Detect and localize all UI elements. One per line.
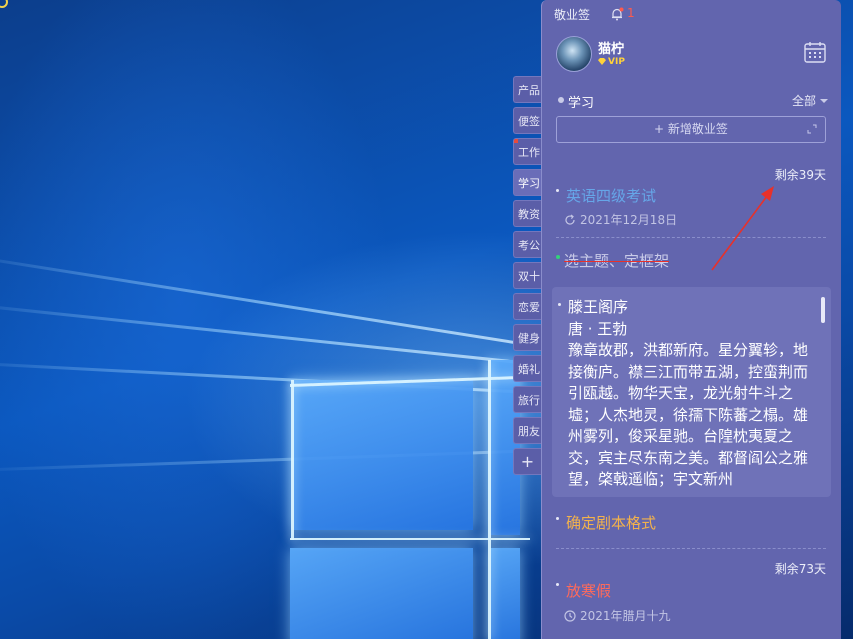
add-note-button[interactable]: + 新增敬业签 — [556, 116, 826, 143]
note-date: 2021年12月18日 — [564, 211, 677, 228]
clock-icon — [564, 610, 576, 622]
repeat-icon — [565, 214, 575, 225]
notes-panel: 敬业签 1 猫柠 VIP 学习 全部 + 新增敬业签 剩余39天 英语四级考试 … — [541, 0, 841, 639]
note-bullet — [558, 303, 561, 306]
vip-badge: VIP — [598, 57, 625, 67]
calendar-icon[interactable] — [803, 40, 827, 64]
tab-friends[interactable]: 朋友 — [513, 417, 541, 444]
note-bullet — [556, 255, 560, 259]
filter-dropdown[interactable]: 全部 — [792, 92, 828, 109]
annotation-arrow — [711, 186, 774, 271]
scrollbar[interactable] — [821, 297, 825, 323]
note-bullet — [556, 189, 559, 192]
note-item[interactable]: 确定剧本格式 — [556, 512, 826, 536]
app-title: 敬业签 — [554, 8, 591, 22]
tab-notes[interactable]: 便签 — [513, 107, 541, 134]
divider — [556, 237, 826, 238]
note-date: 2021年腊月十九 — [564, 607, 671, 624]
add-tab-button[interactable]: + — [513, 448, 541, 475]
tab-fitness[interactable]: 健身 — [513, 324, 541, 351]
bell-icon[interactable] — [610, 7, 624, 21]
current-category: 学习 — [568, 96, 595, 111]
note-title: 确定剧本格式 — [566, 514, 657, 532]
tab-travel[interactable]: 旅行 — [513, 386, 541, 413]
avatar[interactable] — [556, 36, 592, 72]
tab-wedding[interactable]: 婚礼 — [513, 355, 541, 382]
tab-study[interactable]: 学习 — [513, 169, 543, 196]
title-bar: 敬业签 1 — [554, 6, 831, 24]
notification-count: 1 — [627, 6, 635, 20]
note-body: 滕王阁序 唐 · 王勃 豫章故郡，洪都新府。星分翼轸，地接衡庐。襟三江而带五湖，… — [568, 298, 809, 488]
expand-icon[interactable] — [807, 124, 817, 134]
note-title: 放寒假 — [566, 582, 612, 600]
days-remaining: 剩余39天 — [774, 168, 826, 182]
note-item[interactable]: 剩余73天 放寒假 2021年腊月十九 — [556, 560, 826, 630]
note-title: 英语四级考试 — [566, 187, 657, 205]
tab-work[interactable]: 工作 — [513, 138, 541, 165]
divider — [556, 548, 826, 549]
add-note-label: 新增敬业签 — [667, 122, 728, 136]
days-remaining: 剩余73天 — [774, 562, 826, 576]
diamond-icon — [598, 58, 606, 65]
tab-product[interactable]: 产品 — [513, 76, 541, 103]
username: 猫柠 — [598, 42, 625, 57]
desktop-corner-icon — [0, 0, 8, 8]
note-bullet — [556, 517, 559, 520]
poem-note-card[interactable]: 滕王阁序 唐 · 王勃 豫章故郡，洪都新府。星分翼轸，地接衡庐。襟三江而带五湖，… — [552, 287, 831, 497]
user-profile: 猫柠 VIP — [556, 36, 836, 72]
plus-icon: + — [654, 122, 668, 136]
category-dot — [558, 97, 564, 103]
tab-double-eleven[interactable]: 双十 — [513, 262, 541, 289]
category-header: 学习 全部 — [556, 92, 828, 111]
tab-teacher-cert[interactable]: 教资 — [513, 200, 541, 227]
note-item[interactable]: 选主题、定框架 — [556, 250, 826, 274]
category-tabs: 产品 便签 工作 学习 教资 考公 双十 恋爱 健身 婚礼 旅行 朋友 + — [513, 76, 543, 479]
tab-civil-exam[interactable]: 考公 — [513, 231, 541, 258]
note-title: 选主题、定框架 — [564, 252, 670, 270]
tab-love[interactable]: 恋爱 — [513, 293, 541, 320]
note-item[interactable]: 剩余39天 英语四级考试 2021年12月18日 — [556, 166, 826, 228]
note-bullet — [556, 583, 559, 586]
